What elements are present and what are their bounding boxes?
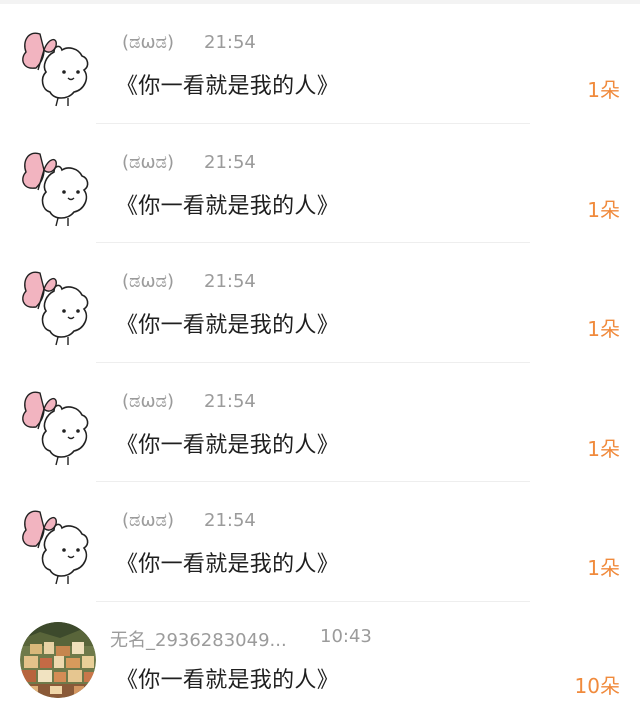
flower-count: 1朵 (587, 552, 620, 581)
flower-count: 1朵 (587, 313, 620, 342)
comment-text: 《你一看就是我的人》 (116, 427, 339, 459)
comment-row[interactable]: (ಡωಡ) 21:54 《你一看就是我的人》 1朵 (0, 243, 640, 363)
username[interactable]: (ಡωಡ) (122, 510, 174, 531)
comment-row[interactable]: (ಡωಡ) 21:54 《你一看就是我的人》 1朵 (0, 4, 640, 124)
comment-list: (ಡωಡ) 21:54 《你一看就是我的人》 1朵 (ಡωಡ) 21:54 《你… (0, 4, 640, 721)
butterfly-bear-icon[interactable] (18, 506, 94, 586)
town-photo-avatar[interactable] (20, 622, 96, 698)
butterfly-bear-icon[interactable] (18, 387, 94, 467)
username[interactable]: (ಡωಡ) (122, 32, 174, 53)
comment-text: 《你一看就是我的人》 (116, 68, 339, 100)
comment-text: 《你一看就是我的人》 (116, 662, 339, 694)
timestamp: 21:54 (204, 510, 256, 531)
comment-row[interactable]: 无名_2936283049... 10:43 《你一看就是我的人》 10朵 (0, 602, 640, 721)
flower-count: 1朵 (587, 433, 620, 462)
username[interactable]: 无名_2936283049... (110, 626, 287, 652)
butterfly-bear-icon[interactable] (18, 28, 94, 108)
flower-count: 1朵 (587, 74, 620, 103)
flower-count: 10朵 (575, 670, 620, 699)
timestamp: 21:54 (204, 152, 256, 173)
butterfly-bear-icon[interactable] (18, 267, 94, 347)
timestamp: 21:54 (204, 32, 256, 53)
comment-row[interactable]: (ಡωಡ) 21:54 《你一看就是我的人》 1朵 (0, 124, 640, 244)
comment-text: 《你一看就是我的人》 (116, 307, 339, 339)
flower-count: 1朵 (587, 194, 620, 223)
username[interactable]: (ಡωಡ) (122, 152, 174, 173)
comment-text: 《你一看就是我的人》 (116, 546, 339, 578)
comment-row[interactable]: (ಡωಡ) 21:54 《你一看就是我的人》 1朵 (0, 482, 640, 602)
timestamp: 21:54 (204, 271, 256, 292)
username[interactable]: (ಡωಡ) (122, 391, 174, 412)
comment-row[interactable]: (ಡωಡ) 21:54 《你一看就是我的人》 1朵 (0, 363, 640, 483)
username[interactable]: (ಡωಡ) (122, 271, 174, 292)
butterfly-bear-icon[interactable] (18, 148, 94, 228)
timestamp: 10:43 (320, 626, 372, 647)
comment-text: 《你一看就是我的人》 (116, 188, 339, 220)
timestamp: 21:54 (204, 391, 256, 412)
